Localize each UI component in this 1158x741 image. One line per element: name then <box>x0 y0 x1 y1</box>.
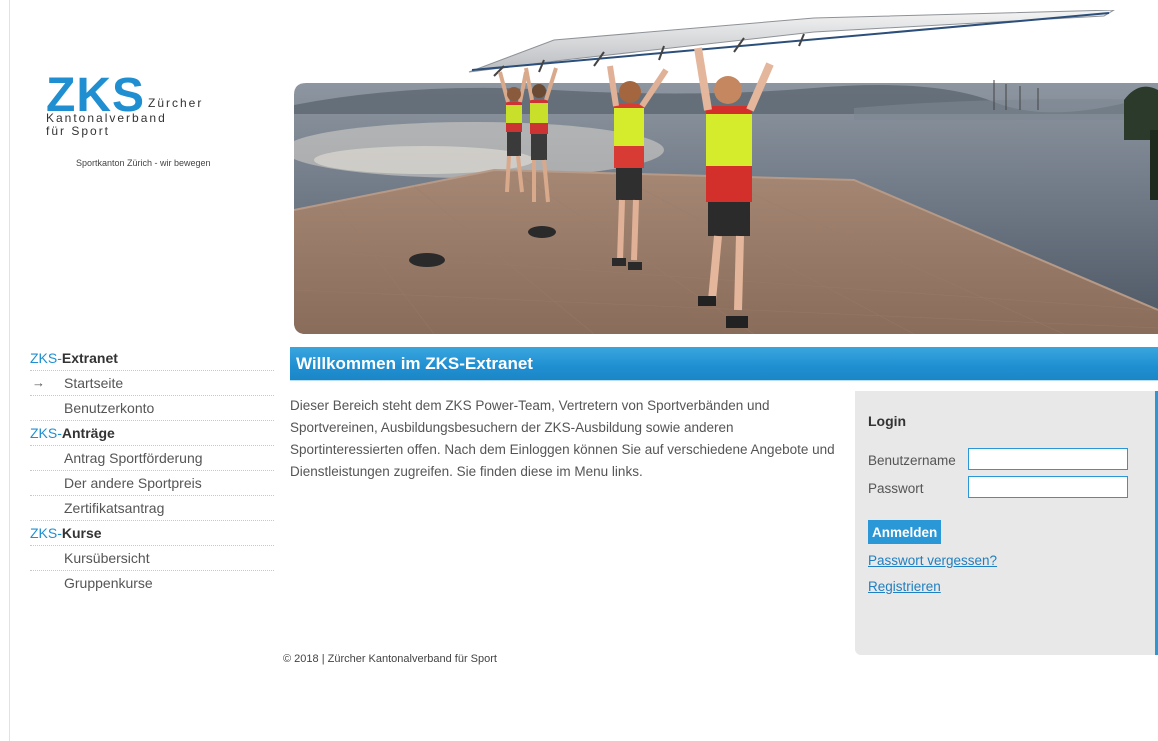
sidebar-item-startseite[interactable]: → Startseite <box>30 371 274 396</box>
logo-line-1: Zürcher <box>148 96 204 110</box>
sidebar-nav: ZKS-Extranet → Startseite Benutzerkonto … <box>30 346 274 595</box>
sidebar-item-label: Kursübersicht <box>64 550 150 566</box>
section-prefix: ZKS- <box>30 350 62 366</box>
username-input[interactable] <box>968 448 1128 470</box>
sidebar-item-antrag-sportfoerderung[interactable]: Antrag Sportförderung <box>30 446 274 471</box>
login-button[interactable]: Anmelden <box>868 520 942 544</box>
login-panel: Login Benutzername Passwort Anmelden Pas… <box>855 391 1158 655</box>
sidebar-item-label: Startseite <box>64 375 124 391</box>
sidebar-section-kurse: ZKS-Kurse <box>30 521 274 546</box>
password-input[interactable] <box>968 476 1128 498</box>
sidebar-item-gruppenkurse[interactable]: Gruppenkurse <box>30 571 274 595</box>
sidebar-item-label: Zertifikatsantrag <box>64 500 165 516</box>
zks-logo[interactable]: ZKS Zürcher Kantonalverband für Sport Sp… <box>46 72 266 182</box>
sidebar-section-antraege: ZKS-Anträge <box>30 421 274 446</box>
forgot-password-link[interactable]: Passwort vergessen? <box>868 553 997 568</box>
sidebar-item-zertifikatsantrag[interactable]: Zertifikatsantrag <box>30 496 274 521</box>
sidebar-item-kursuebersicht[interactable]: Kursübersicht <box>30 546 274 571</box>
section-title: Extranet <box>61 350 118 366</box>
logo-tagline: Sportkanton Zürich - wir bewegen <box>76 158 211 168</box>
rowing-team-photo <box>294 10 1158 334</box>
login-title: Login <box>868 413 907 429</box>
sidebar-item-label: Gruppenkurse <box>64 575 153 591</box>
logo-line-3: für Sport <box>46 124 111 138</box>
footer-copyright: © 2018 | Zürcher Kantonalverband für Spo… <box>283 653 497 665</box>
password-label: Passwort <box>868 481 924 496</box>
section-prefix: ZKS- <box>30 425 62 441</box>
sidebar-item-der-andere-sportpreis[interactable]: Der andere Sportpreis <box>30 471 274 496</box>
page-title: Willkommen im ZKS-Extranet <box>296 354 533 373</box>
page: ZKS Zürcher Kantonalverband für Sport Sp… <box>0 0 1158 741</box>
section-prefix: ZKS- <box>30 525 62 541</box>
username-label: Benutzername <box>868 453 956 468</box>
intro-text: Dieser Bereich steht dem ZKS Power-Team,… <box>290 398 835 479</box>
logo-lines: Kantonalverband für Sport <box>46 112 167 138</box>
section-title: Anträge <box>61 425 115 441</box>
section-title: Kurse <box>61 525 102 541</box>
sidebar-section-extranet: ZKS-Extranet <box>30 346 274 371</box>
hero-illustration <box>294 10 1158 334</box>
left-border <box>9 0 10 741</box>
sidebar-item-label: Benutzerkonto <box>64 400 155 416</box>
sidebar-item-label: Der andere Sportpreis <box>64 475 202 491</box>
sidebar-item-label: Antrag Sportförderung <box>64 450 203 466</box>
arrow-right-icon: → <box>32 375 45 390</box>
register-link[interactable]: Registrieren <box>868 579 941 594</box>
sidebar-item-benutzerkonto[interactable]: Benutzerkonto <box>30 396 274 421</box>
welcome-header: Willkommen im ZKS-Extranet <box>290 347 1158 381</box>
